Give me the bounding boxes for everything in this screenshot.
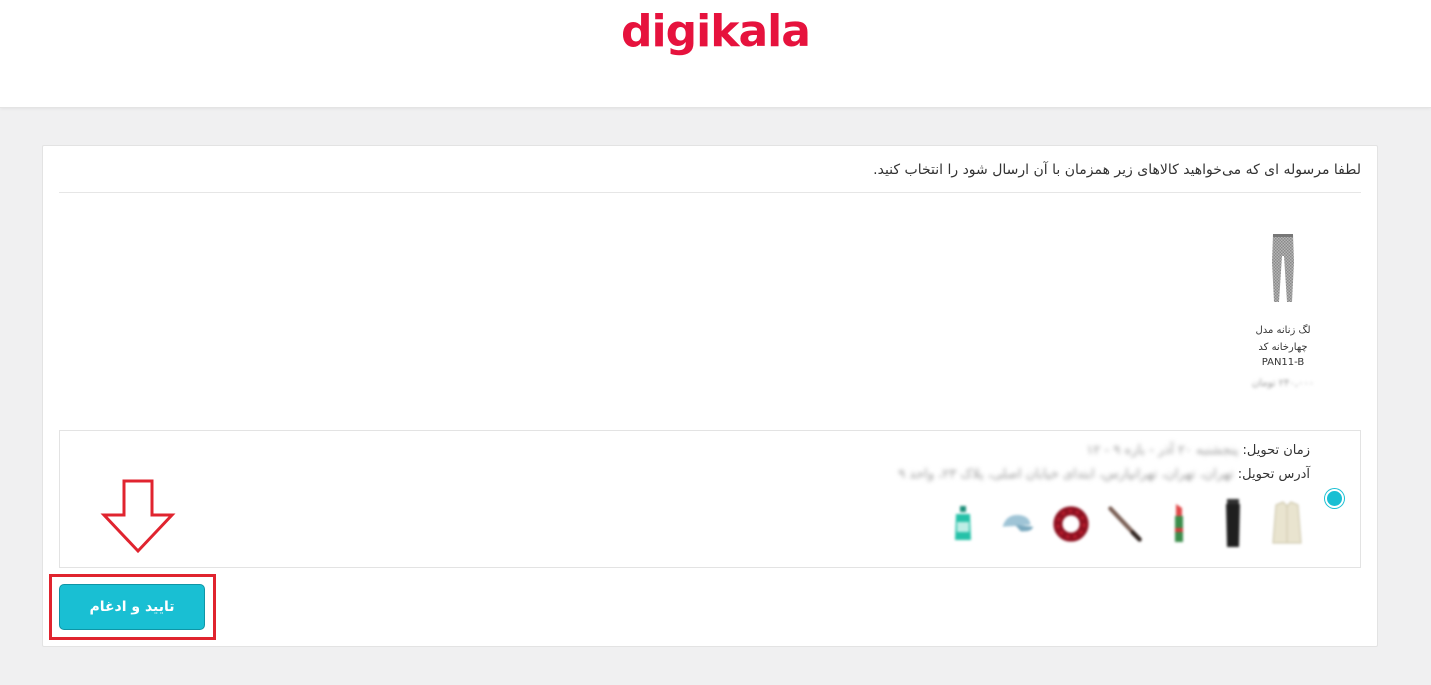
product-code: PAN11-B bbox=[1261, 357, 1305, 368]
delivery-time: زمان تحویل: پنجشنبه ۲۰ آذر - بازه ۹ - ۱۲ bbox=[1086, 443, 1310, 458]
confirm-merge-button[interactable]: تایید و ادغام bbox=[59, 584, 205, 630]
bottle-icon bbox=[945, 499, 981, 549]
product-item: لگ زنانه مدل چهارخانه کد PAN11-B ۲۴۰,۰۰۰… bbox=[1245, 232, 1321, 389]
product-name: لگ زنانه مدل چهارخانه کد bbox=[1255, 325, 1311, 353]
shipment-option[interactable]: زمان تحویل: پنجشنبه ۲۰ آذر - بازه ۹ - ۱۲… bbox=[59, 430, 1361, 568]
lipstick-icon bbox=[1161, 499, 1197, 549]
shirt-icon bbox=[1269, 499, 1305, 549]
delivery-address-label: آدرس تحویل: bbox=[1237, 467, 1310, 482]
tube-icon bbox=[1215, 499, 1251, 549]
site-header: digikala bbox=[0, 0, 1431, 108]
cap-icon bbox=[999, 499, 1035, 549]
instruction-text: لطفا مرسوله ای که می‌خواهید کالاهای زیر … bbox=[873, 162, 1361, 178]
shipment-thumbnails bbox=[945, 499, 1305, 549]
delivery-address-value: تهران، تهران، تهرانپارس، ابتدای خیابان ا… bbox=[898, 467, 1234, 482]
divider bbox=[59, 192, 1361, 193]
product-price: ۲۴۰,۰۰۰ تومان bbox=[1251, 378, 1315, 389]
digikala-logo[interactable]: digikala bbox=[0, 6, 1431, 57]
delivery-address: آدرس تحویل: تهران، تهران، تهرانپارس، ابت… bbox=[898, 467, 1310, 482]
leggings-icon bbox=[1272, 234, 1294, 302]
delivery-time-value: پنجشنبه ۲۰ آذر - بازه ۹ - ۱۲ bbox=[1086, 443, 1239, 458]
shipment-radio[interactable] bbox=[1325, 489, 1344, 508]
merge-shipment-card: لطفا مرسوله ای که می‌خواهید کالاهای زیر … bbox=[42, 145, 1378, 647]
down-arrow-annotation-icon bbox=[100, 479, 176, 554]
delivery-time-label: زمان تحویل: bbox=[1242, 443, 1310, 458]
scrunchie-icon bbox=[1053, 499, 1089, 549]
pencil-icon bbox=[1107, 499, 1143, 549]
